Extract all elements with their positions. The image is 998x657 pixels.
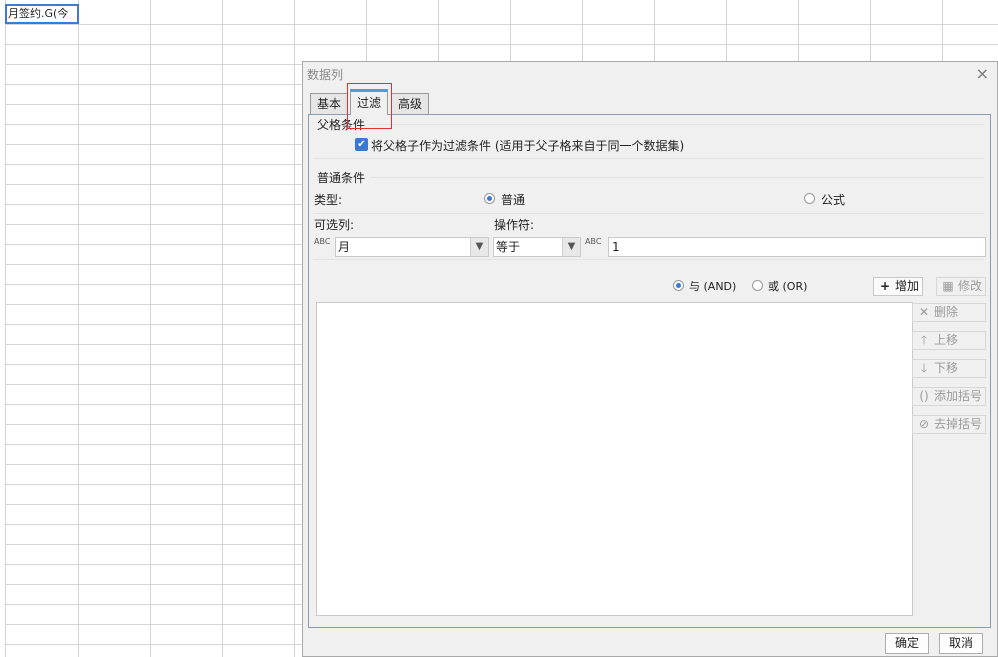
condition-value-input[interactable]: 1 — [608, 237, 986, 257]
move-up-button[interactable]: 🡑 上移 — [912, 331, 986, 350]
parent-condition-title: 父格条件 — [317, 118, 366, 132]
brackets-icon: () — [919, 389, 929, 403]
divider — [313, 158, 984, 159]
normal-condition-title: 普通条件 — [317, 171, 366, 185]
delete-button[interactable]: ✕ 删除 — [912, 303, 986, 322]
add-bracket-button[interactable]: () 添加括号 — [912, 387, 986, 406]
arrow-up-icon: 🡑 — [920, 333, 928, 347]
plus-icon: + — [879, 279, 891, 293]
type-normal-radio[interactable] — [484, 193, 495, 204]
column-label: 可选列: — [314, 218, 355, 232]
logic-and-label: 与 (AND) — [689, 280, 737, 293]
remove-brackets-icon: ⊘ — [918, 417, 930, 431]
operator-select[interactable]: 等于 ▼ — [493, 237, 581, 257]
column-select-value: 月 — [338, 240, 351, 254]
remove-bracket-button[interactable]: ⊘ 去掉括号 — [912, 415, 986, 434]
operator-label: 操作符: — [494, 218, 535, 232]
logic-and-radio[interactable] — [673, 280, 684, 291]
logic-or-radio[interactable] — [752, 280, 763, 291]
close-icon[interactable]: × — [976, 64, 989, 83]
logic-or-label: 或 (OR) — [768, 280, 808, 293]
modify-button[interactable]: ▦ 修改 — [936, 277, 986, 296]
type-formula-label: 公式 — [821, 193, 846, 207]
filter-panel: 父格条件 ✔ 将父格子作为过滤条件 (适用于父子格来自于同一个数据集) 普通条件… — [308, 114, 991, 628]
data-column-dialog: 数据列 × 基本 过滤 高级 父格条件 ✔ 将父格子作为过滤条件 (适用于父子格… — [302, 61, 998, 657]
type-formula-radio[interactable] — [804, 193, 815, 204]
parent-filter-checkbox[interactable]: ✔ — [355, 138, 368, 151]
add-button[interactable]: + 增加 — [873, 277, 923, 296]
condition-list[interactable] — [316, 302, 913, 616]
divider — [369, 124, 984, 125]
operator-select-value: 等于 — [496, 240, 521, 254]
arrow-down-icon: 🡓 — [920, 361, 928, 375]
tab-basic[interactable]: 基本 — [310, 93, 349, 115]
type-label: 类型: — [314, 193, 343, 207]
abc-column-icon: ABC — [314, 237, 331, 246]
type-normal-label: 普通 — [501, 193, 526, 207]
ok-button[interactable]: 确定 — [885, 633, 929, 654]
tab-filter[interactable]: 过滤 — [350, 89, 389, 115]
divider — [371, 177, 984, 178]
selected-cell-a1[interactable]: 月签约.G(今 — [5, 4, 79, 24]
divider — [313, 259, 984, 260]
divider — [313, 213, 984, 214]
delete-x-icon: ✕ — [918, 305, 930, 319]
chevron-down-icon[interactable]: ▼ — [562, 238, 580, 256]
tab-advanced[interactable]: 高级 — [391, 93, 430, 115]
cancel-button[interactable]: 取消 — [939, 633, 983, 654]
dialog-title: 数据列 — [307, 68, 344, 82]
abc-value-icon[interactable]: ABC — [585, 238, 605, 254]
column-select[interactable]: 月 ▼ — [335, 237, 489, 257]
parent-filter-checkbox-label: 将父格子作为过滤条件 (适用于父子格来自于同一个数据集) — [371, 139, 685, 153]
move-down-button[interactable]: 🡓 下移 — [912, 359, 986, 378]
edit-icon: ▦ — [942, 279, 954, 293]
chevron-down-icon[interactable]: ▼ — [470, 238, 488, 256]
